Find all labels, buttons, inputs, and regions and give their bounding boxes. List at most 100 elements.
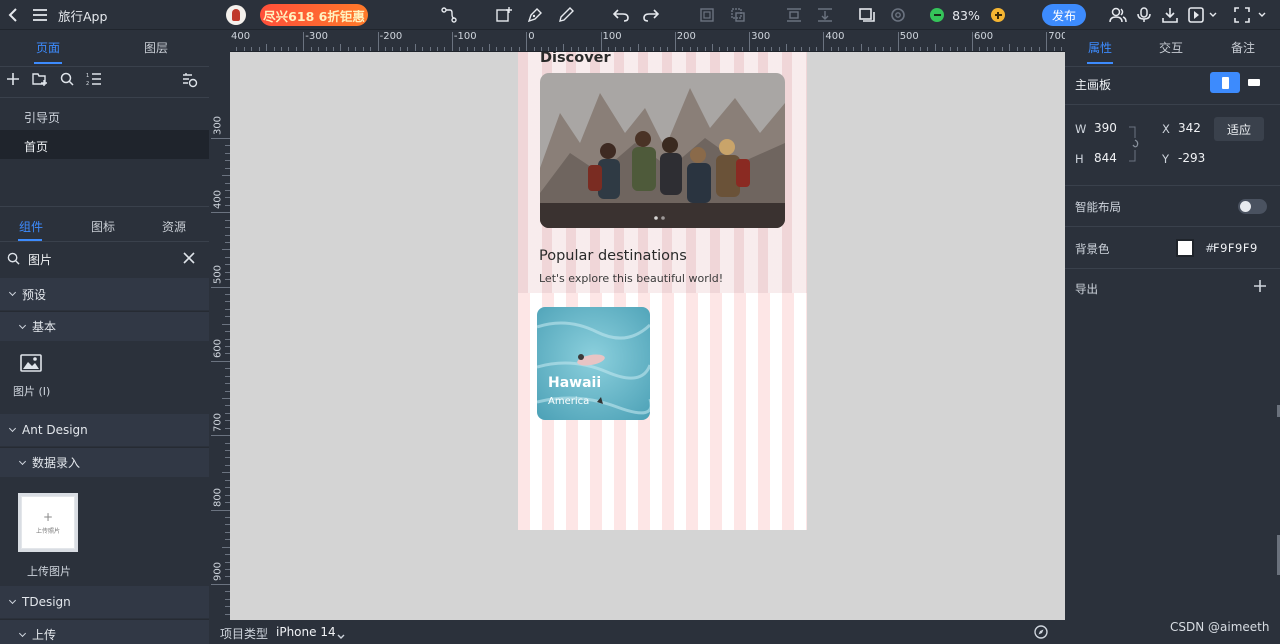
canvas[interactable]: Discover Popular destinations Let's expl… [230,52,1065,620]
width-label: W [1075,122,1087,136]
ruler-label: 700 [1048,31,1065,42]
undo-icon[interactable] [611,0,631,30]
upload-image-label[interactable]: 上传图片 [27,563,71,579]
zoom-level[interactable]: 83% [950,0,982,30]
ruler-label: 600 [974,31,994,42]
ruler-minor-tick [1009,44,1011,51]
settings-icon[interactable] [888,0,908,30]
fullscreen-icon[interactable] [1232,0,1252,30]
tab-pages[interactable]: 页面 [36,39,60,56]
y-field[interactable]: -293 [1178,151,1205,165]
redo-icon[interactable] [641,0,661,30]
ruler-label: 700 [212,413,224,433]
section-data-entry[interactable]: 数据录入 [0,447,209,477]
add-folder-icon[interactable] [32,72,48,89]
add-export-icon[interactable] [1254,280,1266,295]
page-item-home[interactable]: 首页 [24,138,48,155]
zoom-out-icon[interactable] [928,0,946,30]
ruler-label: 500 [212,264,224,284]
zoom-in-icon[interactable] [989,0,1007,30]
background-color-field[interactable]: F9F9F9 [1213,241,1258,255]
section-upload[interactable]: 上传 [0,619,209,644]
ruler-minor-tick [489,44,491,51]
ruler-minor-tick [563,44,565,51]
pencil-icon[interactable] [556,0,576,30]
download-icon[interactable] [1160,0,1180,30]
add-frame-icon[interactable] [494,0,514,30]
compass-icon[interactable] [1034,625,1048,642]
image-component-label[interactable]: 图片 (I) [13,383,50,399]
clear-search-icon[interactable] [183,252,195,267]
microphone-icon[interactable] [1134,0,1154,30]
tab-icons[interactable]: 图标 [91,218,115,235]
align-bottom-icon[interactable] [815,0,835,30]
smart-layout-toggle[interactable] [1238,199,1267,214]
ruler-major-tick [897,32,899,51]
fit-button[interactable]: 适应 [1214,117,1264,141]
chevron-down-icon[interactable] [337,629,345,643]
component-search-input[interactable]: 图片 [28,251,52,268]
section-tdesign-label: TDesign [22,595,71,609]
app-title: 旅行App [58,8,108,24]
height-field[interactable]: 844 [1094,151,1117,165]
section-tdesign[interactable]: TDesign [0,586,209,618]
menu-icon[interactable] [30,0,50,30]
collaborators-icon[interactable] [1108,0,1128,30]
tab-layers[interactable]: 图层 [144,39,168,56]
preview-play-icon[interactable] [1186,0,1206,30]
chevron-down-icon[interactable] [1256,0,1268,30]
ruler-corner [209,30,230,52]
pen-tool-icon[interactable] [525,0,545,30]
sort-list-icon[interactable]: 12 [86,72,102,89]
tab-properties[interactable]: 属性 [1088,39,1112,56]
search-icon[interactable] [60,72,74,89]
right-panel: 属性 交互 备注 主画板 W 390 H 844 X 342 Y -293 适应… [1065,30,1280,644]
image-component-icon[interactable] [20,354,42,375]
device-select[interactable]: iPhone 14 [276,625,336,639]
add-page-icon[interactable] [6,72,20,89]
artboard[interactable]: Discover Popular destinations Let's expl… [518,52,807,530]
tab-assets[interactable]: 资源 [162,218,186,235]
upload-image-component[interactable]: + 上传照片 [18,493,78,552]
popular-destinations-title: Popular destinations [539,248,687,264]
discover-hero-image[interactable] [540,73,785,228]
width-field[interactable]: 390 [1094,121,1117,135]
publish-button[interactable]: 发布 [1042,0,1086,30]
ruler-major-tick [303,32,305,51]
background-color-swatch[interactable] [1176,239,1194,257]
landscape-toggle[interactable] [1241,72,1266,93]
ruler-label: 900 [212,561,224,581]
promo-text: 尽兴618 6折钜惠 [260,4,368,26]
export-label: 导出 [1075,282,1098,296]
ruler-label: 100 [602,31,622,42]
lock-ratio-icon[interactable] [1127,125,1143,166]
ruler-minor-tick [266,44,268,51]
user-avatar[interactable] [226,0,246,30]
tab-components[interactable]: 组件 [19,218,43,235]
section-basic[interactable]: 基本 [0,311,209,341]
page-item-guide[interactable]: 引导页 [24,109,60,126]
ungroup-icon[interactable] [728,0,748,30]
x-field[interactable]: 342 [1178,121,1201,135]
plus-icon: + [42,509,54,524]
destination-card-subtitle: America [548,396,590,407]
back-icon[interactable] [4,0,22,30]
tab-notes[interactable]: 备注 [1231,39,1255,56]
ruler-minor-tick [222,323,230,325]
distribute-vertical-icon[interactable] [784,0,804,30]
tab-interaction[interactable]: 交互 [1159,39,1183,56]
section-ant-design[interactable]: Ant Design [0,414,209,446]
page-settings-icon[interactable] [182,72,198,91]
portrait-icon [1221,76,1229,89]
portrait-toggle[interactable] [1210,72,1240,93]
frame-icon[interactable] [857,0,877,30]
ruler-label: 400 [212,190,224,210]
ruler-label: -300 [305,31,328,42]
connector-icon[interactable] [439,0,459,30]
group-icon[interactable] [697,0,717,30]
destination-card[interactable]: Hawaii America [537,307,650,420]
discover-heading: Discover [540,52,611,66]
promo-banner[interactable]: 尽兴618 6折钜惠 [260,0,368,30]
section-preset[interactable]: 预设 [0,278,209,310]
chevron-down-icon[interactable] [1207,0,1219,30]
